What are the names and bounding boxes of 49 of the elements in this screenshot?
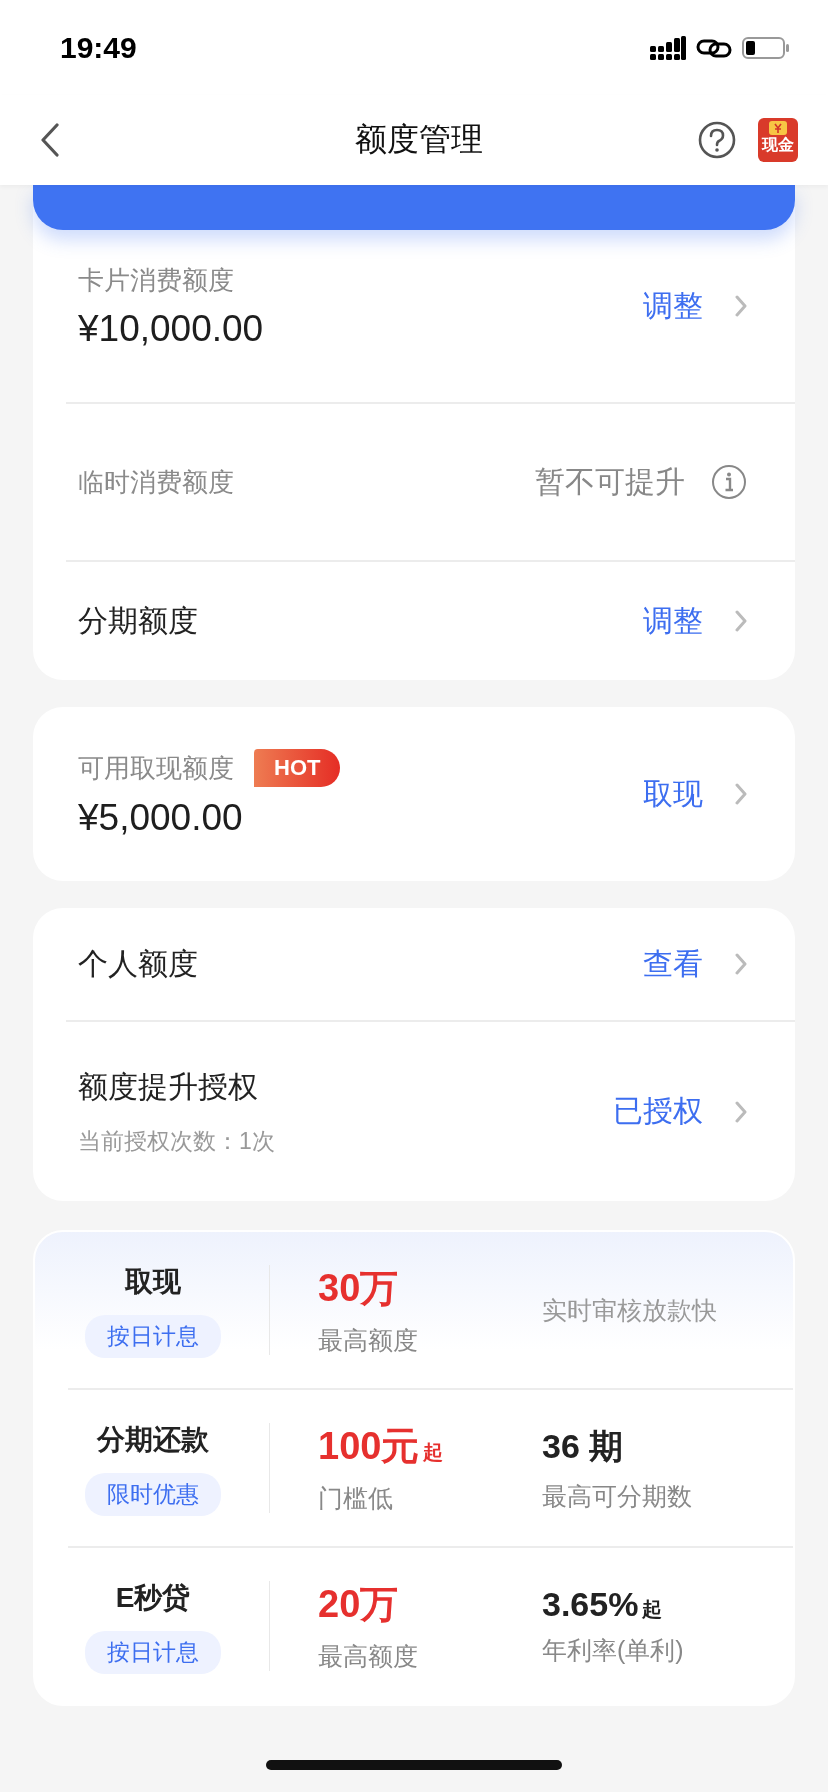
status-text: 暂不可提升 xyxy=(535,463,685,500)
highlight-value: 30万 xyxy=(318,1266,399,1311)
amount-text: ¥5,000.00 xyxy=(78,797,244,839)
product-tag: 限时优惠 xyxy=(85,1472,221,1516)
row-label: 个人额度 xyxy=(78,945,198,982)
withdraw-link[interactable]: 取现 xyxy=(643,773,703,815)
row-label: 卡片消费额度 xyxy=(78,263,235,297)
back-icon[interactable] xyxy=(40,123,60,157)
stat-caption: 年利率(单利) xyxy=(542,1635,684,1666)
chevron-icon xyxy=(735,295,747,317)
product-name: E秒贷 xyxy=(115,1580,191,1615)
row-label: 临时消费额度 xyxy=(78,465,234,499)
page-title: 额度管理 xyxy=(355,120,483,159)
hot-badge: HOT xyxy=(254,749,341,787)
chevron-icon xyxy=(735,783,747,805)
stat-value: 3.65% xyxy=(542,1585,639,1624)
product-tag: 按日计息 xyxy=(85,1630,221,1674)
row-sublabel: 当前授权次数：1次 xyxy=(78,1126,275,1156)
status-time: 19:49 xyxy=(60,30,137,65)
coin-icon xyxy=(768,120,788,136)
row-label: 分期额度 xyxy=(78,602,198,639)
adjust-link[interactable]: 调整 xyxy=(643,600,703,642)
adjust-link[interactable]: 调整 xyxy=(643,285,703,327)
value-caption: 最高额度 xyxy=(318,1641,419,1672)
stat-value: 36 期 xyxy=(542,1425,624,1467)
feature-note: 实时审核放款快 xyxy=(542,1294,717,1326)
chevron-icon xyxy=(735,953,747,975)
help-icon[interactable] xyxy=(698,121,736,159)
info-icon[interactable] xyxy=(711,464,747,500)
action-link[interactable]: 查看 xyxy=(643,943,703,985)
row-label: 额度提升授权 xyxy=(78,1068,259,1105)
highlight-value: 100元 xyxy=(318,1424,420,1469)
amount-text: ¥10,000.00 xyxy=(78,307,264,350)
row-label: 可用取现额度 xyxy=(78,751,234,785)
battery-icon xyxy=(742,35,790,60)
chevron-icon xyxy=(735,1100,747,1123)
product-name: 取现 xyxy=(125,1264,181,1299)
value-caption: 门槛低 xyxy=(318,1483,394,1514)
cash-button[interactable]: 现金 xyxy=(758,118,798,162)
signal-icon xyxy=(650,35,686,60)
product-tag: 按日计息 xyxy=(85,1314,221,1358)
stat-caption: 最高可分期数 xyxy=(542,1480,692,1512)
value-suffix: 起 xyxy=(642,1597,663,1622)
value-suffix: 起 xyxy=(423,1440,444,1465)
highlight-value: 20万 xyxy=(318,1582,399,1627)
chevron-icon xyxy=(735,610,747,632)
value-caption: 最高额度 xyxy=(318,1325,419,1356)
action-link[interactable]: 已授权 xyxy=(613,1091,703,1132)
product-name: 分期还款 xyxy=(97,1422,209,1457)
